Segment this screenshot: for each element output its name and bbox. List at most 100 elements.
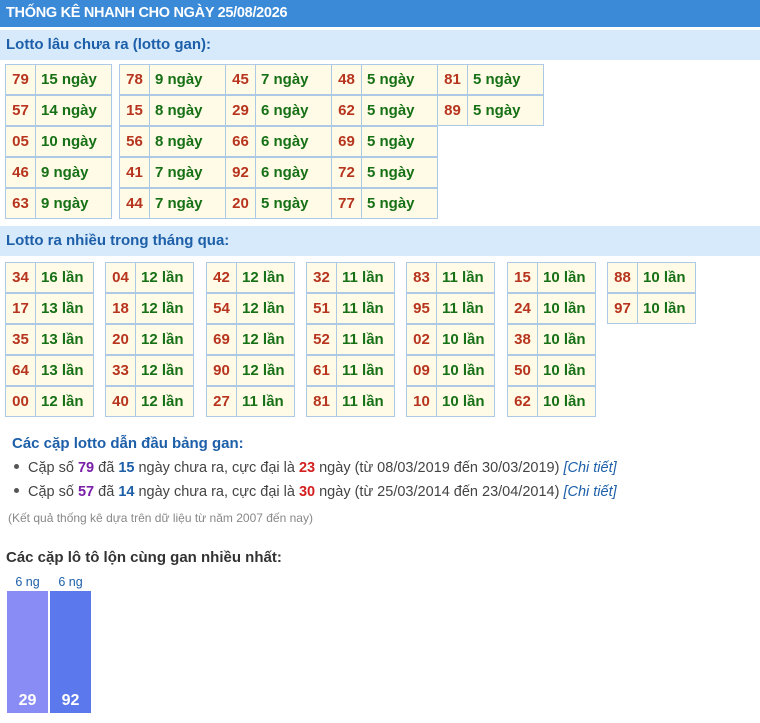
frequent-number: 81 [306, 386, 337, 417]
detail-link[interactable]: [Chi tiết] [563, 484, 616, 500]
frequent-count: 16 lần [35, 262, 94, 293]
gan-number: 05 [5, 126, 36, 157]
frequent-number: 61 [306, 355, 337, 386]
gan-row: 56 8 ngày [119, 126, 226, 157]
gan-count: 5 ngày [361, 95, 438, 126]
gan-row: 92 6 ngày [225, 157, 332, 188]
frequent-number: 09 [406, 355, 437, 386]
gan-row: 66 6 ngày [225, 126, 332, 157]
gan-count: 5 ngày [467, 95, 544, 126]
gan-number: 89 [437, 95, 468, 126]
gan-row: 29 6 ngày [225, 95, 332, 126]
frequent-count: 12 lần [236, 262, 295, 293]
frequent-row: 34 16 lần [5, 262, 94, 293]
gan-number: 44 [119, 188, 150, 219]
bullet-icon [14, 487, 19, 493]
frequent-row: 17 13 lần [5, 293, 94, 324]
frequent-row: 00 12 lần [5, 386, 94, 417]
frequent-count: 10 lần [637, 262, 696, 293]
gan-number: 72 [331, 157, 362, 188]
frequent-column: 32 11 lần 51 11 lần 52 11 lần 61 11 lần 81 11 lần [306, 262, 395, 417]
frequent-count: 10 lần [537, 262, 596, 293]
leader-number: 57 [77, 484, 95, 500]
frequent-number: 04 [105, 262, 136, 293]
gan-number: 41 [119, 157, 150, 188]
frequent-column: 04 12 lần 18 12 lần 20 12 lần 33 12 lần 40 12 lần [105, 262, 194, 417]
frequent-number: 69 [206, 324, 237, 355]
frequent-row: 51 11 lần [306, 293, 395, 324]
frequent-number: 20 [105, 324, 136, 355]
frequent-number: 35 [5, 324, 36, 355]
gan-count: 7 ngày [149, 157, 226, 188]
frequent-row: 38 10 lần [507, 324, 596, 355]
frequent-number: 83 [406, 262, 437, 293]
gan-number: 48 [331, 64, 362, 95]
frequent-column: 42 12 lần 54 12 lần 69 12 lần 90 12 lần 27 11 lần [206, 262, 295, 417]
frequent-count: 10 lần [436, 355, 495, 386]
gan-number: 79 [5, 64, 36, 95]
leaders-heading: Các cặp lotto dẫn đầu bảng gan: [12, 435, 244, 452]
gan-number: 45 [225, 64, 256, 95]
frequent-column: 15 10 lần 24 10 lần 38 10 lần 50 10 lần 62 10 lần [507, 262, 596, 417]
frequent-row: 33 12 lần [105, 355, 194, 386]
frequent-number: 02 [406, 324, 437, 355]
frequent-count: 12 lần [236, 324, 295, 355]
frequent-number: 00 [5, 386, 36, 417]
frequent-row: 04 12 lần [105, 262, 194, 293]
gan-row: 72 5 ngày [331, 157, 438, 188]
frequent-number: 90 [206, 355, 237, 386]
frequent-row: 42 12 lần [206, 262, 295, 293]
frequent-count: 12 lần [135, 355, 194, 386]
gan-row: 41 7 ngày [119, 157, 226, 188]
frequent-row: 95 11 lần [406, 293, 495, 324]
frequent-column: 34 16 lần 17 13 lần 35 13 lần 64 13 lần 00 12 lần [5, 262, 94, 417]
frequent-number: 95 [406, 293, 437, 324]
gan-count: 5 ngày [361, 64, 438, 95]
gan-count: 9 ngày [149, 64, 226, 95]
frequent-count: 11 lần [336, 262, 395, 293]
frequent-number: 97 [607, 293, 638, 324]
gan-number: 57 [5, 95, 36, 126]
gan-row: 15 8 ngày [119, 95, 226, 126]
frequent-row: 35 13 lần [5, 324, 94, 355]
detail-link[interactable]: [Chi tiết] [563, 460, 616, 476]
gan-count: 6 ngày [255, 95, 332, 126]
gan-count: 9 ngày [35, 188, 112, 219]
gan-count: 5 ngày [361, 126, 438, 157]
frequent-count: 11 lần [336, 324, 395, 355]
gan-row: 62 5 ngày [331, 95, 438, 126]
gan-column: 78 9 ngày 15 8 ngày 56 8 ngày 41 7 ngày 44 7 ngày [119, 64, 226, 219]
gan-row: 78 9 ngày [119, 64, 226, 95]
gan-number: 81 [437, 64, 468, 95]
frequent-number: 42 [206, 262, 237, 293]
frequent-count: 11 lần [436, 262, 495, 293]
frequent-count: 12 lần [135, 262, 194, 293]
frequent-number: 62 [507, 386, 538, 417]
leader-item: Cặp số 79 đã 15 ngày chưa ra, cực đại là… [14, 460, 617, 476]
frequent-row: 83 11 lần [406, 262, 495, 293]
gan-number: 29 [225, 95, 256, 126]
frequent-row: 64 13 lần [5, 355, 94, 386]
gan-number: 46 [5, 157, 36, 188]
pair-bar-rect: 92 [50, 591, 91, 713]
gan-count: 5 ngày [467, 64, 544, 95]
frequent-count: 13 lần [35, 324, 94, 355]
frequent-count: 10 lần [537, 324, 596, 355]
frequent-count: 12 lần [135, 293, 194, 324]
frequent-count: 12 lần [236, 293, 295, 324]
frequent-count: 10 lần [537, 355, 596, 386]
pair-bar: 6 ng 29 [7, 573, 48, 713]
frequent-section-heading: Lotto ra nhiều trong tháng qua: [0, 226, 760, 256]
frequent-row: 18 12 lần [105, 293, 194, 324]
gan-section-heading: Lotto lâu chưa ra (lotto gan): [0, 30, 760, 60]
frequent-count: 11 lần [336, 293, 395, 324]
leader-days: 14 [118, 484, 135, 500]
gan-row: 45 7 ngày [225, 64, 332, 95]
gan-column: 81 5 ngày 89 5 ngày [437, 64, 544, 126]
gan-row: 48 5 ngày [331, 64, 438, 95]
leader-item: Cặp số 57 đã 14 ngày chưa ra, cực đại là… [14, 484, 617, 500]
leader-max: 23 [298, 460, 316, 476]
frequent-count: 10 lần [436, 386, 495, 417]
gan-count: 8 ngày [149, 126, 226, 157]
gan-row: 81 5 ngày [437, 64, 544, 95]
